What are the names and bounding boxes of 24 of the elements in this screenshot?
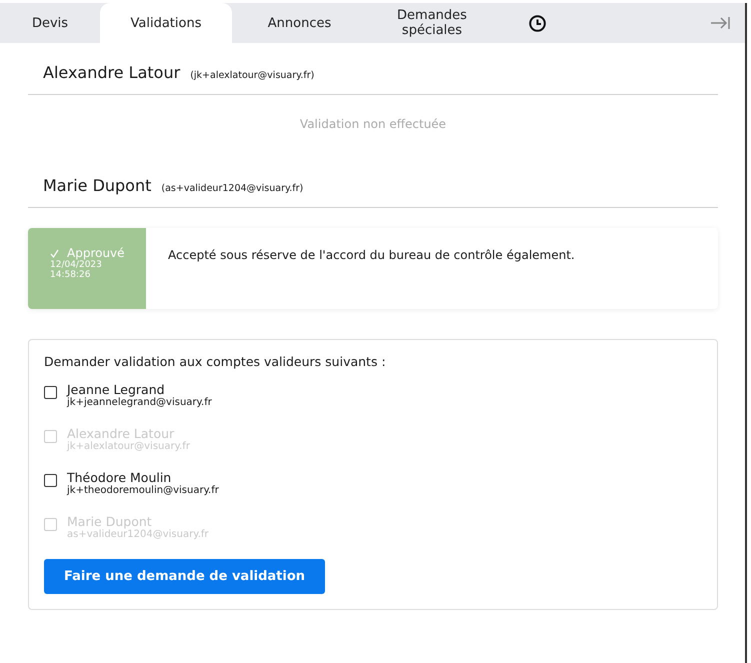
tab[interactable]: Annonces	[232, 3, 367, 43]
tab[interactable]: Devis	[0, 3, 100, 43]
check-icon	[50, 248, 59, 258]
account-email: jk+theodoremoulin@visuary.fr	[67, 485, 219, 496]
approval-status: Approuvé	[67, 246, 125, 260]
validator-name: Alexandre Latour	[43, 63, 180, 82]
validator-name: Marie Dupont	[43, 176, 152, 195]
validation-status: Validation non effectuée	[298, 116, 448, 133]
clock-icon[interactable]	[528, 14, 546, 32]
tab[interactable]: Validations	[100, 3, 232, 43]
request-prompt: Demander validation aux comptes valideurs suivants :	[44, 354, 387, 369]
account-email: jk+jeannelegrand@visuary.fr	[67, 397, 212, 408]
tab[interactable]: Demandes spéciales	[367, 3, 497, 43]
approval-time: 14:58:26	[50, 270, 92, 280]
validator-email: (as+valideur1204@visuary.fr)	[161, 183, 304, 194]
request-validation-button[interactable]: Faire une demande de validation	[44, 559, 326, 594]
approval-date: 12/04/2023	[50, 260, 103, 270]
validator-email: (jk+alexlatour@visuary.fr)	[190, 70, 314, 81]
account-name: Jeanne Legrand	[67, 383, 166, 397]
approval-comment: Accepté sous réserve de l'accord du bureau de contrôle également.	[167, 247, 576, 264]
collapse-icon[interactable]	[710, 16, 730, 30]
checkbox[interactable]	[44, 474, 57, 487]
account-name: Théodore Moulin	[67, 471, 172, 485]
checkbox[interactable]	[44, 386, 57, 399]
